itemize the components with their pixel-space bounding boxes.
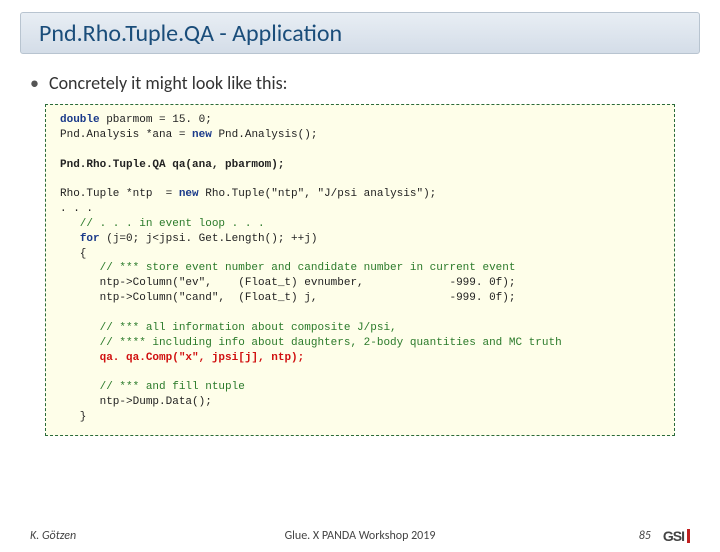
- code-text: [60, 233, 80, 245]
- code-comment: // *** and fill ntuple: [60, 381, 245, 393]
- code-text: Pnd.Rho.Tuple.QA qa(ana, pbarmom);: [60, 159, 284, 171]
- code-text: Pnd.Analysis();: [212, 129, 318, 141]
- code-comment: // . . . in event loop . . .: [60, 218, 265, 230]
- code-text: {: [60, 248, 86, 260]
- code-kw: new: [179, 188, 199, 200]
- gsi-logo: GSI: [663, 528, 690, 544]
- code-text: pbarmom = 15. 0;: [100, 114, 212, 126]
- footer: K. Götzen Glue. X PANDA Workshop 2019 85…: [0, 528, 720, 544]
- page-number: 85: [639, 529, 651, 543]
- code-kw: new: [192, 129, 212, 141]
- code-text: ntp->Dump.Data();: [60, 396, 212, 408]
- code-text: . . .: [60, 203, 93, 215]
- code-text: ntp->Column("ev", (Float_t) evnumber, -9…: [60, 277, 515, 289]
- logo-text: GSI: [663, 528, 684, 544]
- code-kw: for: [80, 233, 100, 245]
- code-text: Rho.Tuple("ntp", "J/psi analysis");: [199, 188, 437, 200]
- slide-title: Pnd.Rho.Tuple.QA - Application: [39, 19, 342, 48]
- bullet-text: Concretely it might look like this:: [49, 72, 288, 94]
- code-comment: // *** store event number and candidate …: [60, 262, 515, 274]
- code-text: }: [60, 411, 86, 423]
- code-highlight: qa. qa.Comp("x", jpsi[j], ntp);: [100, 352, 305, 364]
- code-kw: double: [60, 114, 100, 126]
- code-text: [60, 352, 100, 364]
- code-text: Pnd.Analysis *ana =: [60, 129, 192, 141]
- bullet-line: • Concretely it might look like this:: [30, 72, 690, 94]
- code-text: ntp->Column("cand", (Float_t) j, -999. 0…: [60, 292, 515, 304]
- footer-author: K. Götzen: [30, 529, 76, 543]
- code-text: (j=0; j<jpsi. Get.Length(); ++j): [100, 233, 318, 245]
- code-comment: // *** all information about composite J…: [60, 322, 397, 334]
- bullet-dot: •: [30, 72, 39, 94]
- logo-bar: [687, 529, 690, 543]
- title-bar: Pnd.Rho.Tuple.QA - Application: [20, 12, 700, 54]
- code-text: Rho.Tuple *ntp =: [60, 188, 179, 200]
- code-block: double pbarmom = 15. 0; Pnd.Analysis *an…: [45, 104, 675, 436]
- code-comment: // **** including info about daughters, …: [60, 337, 562, 349]
- footer-event: Glue. X PANDA Workshop 2019: [285, 529, 436, 543]
